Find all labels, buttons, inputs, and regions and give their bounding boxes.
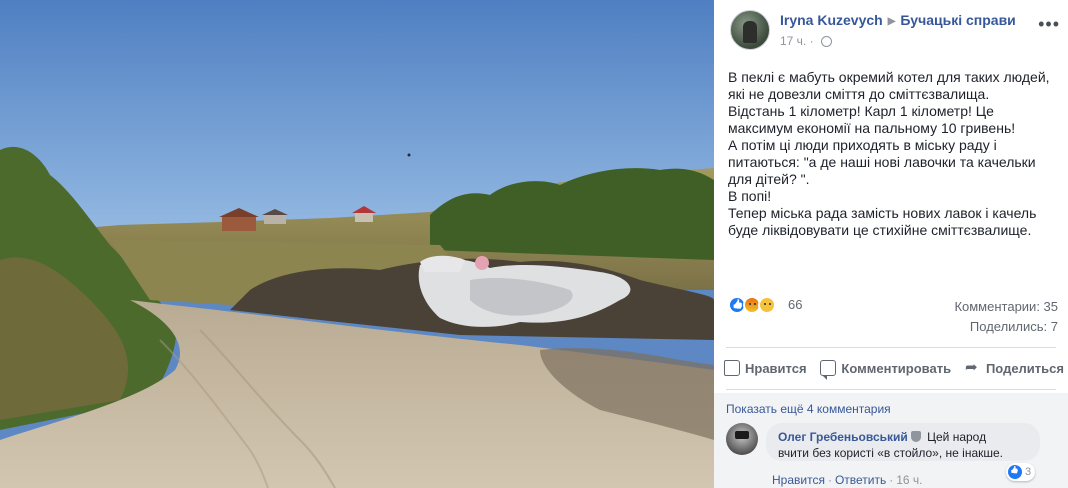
shares-count[interactable]: Поделились: 7: [954, 317, 1058, 337]
divider: [726, 389, 1056, 390]
post-panel: Iryna Kuzevych ▶ Бучацькі справи 17 ч. · •…: [714, 0, 1068, 488]
post-text-line: В пеклі є мабуть окремий котел для таких…: [728, 69, 1050, 85]
comment-like-link[interactable]: Нравится: [772, 473, 825, 487]
action-bar: Нравится Комментировать Поделиться: [724, 354, 1064, 382]
comments-count[interactable]: Комментарии: 35: [954, 297, 1058, 317]
post-text-line: питаються: "а де наші нові лавочки та ка…: [728, 154, 1036, 170]
author-avatar[interactable]: [730, 10, 770, 50]
group-name[interactable]: Бучацькі справи: [900, 12, 1015, 28]
comment-reply-link[interactable]: Ответить: [835, 473, 886, 487]
share-icon: [965, 358, 981, 376]
reaction-icons[interactable]: [728, 296, 776, 314]
post-text-line: які не довезли сміття до сміттєзвалища.: [728, 86, 990, 102]
post-text: В пеклі є мабуть окремий котел для таких…: [728, 69, 1058, 239]
comment-reaction-badge[interactable]: 3: [1006, 463, 1036, 481]
like-label: Нравится: [745, 360, 807, 376]
post-time[interactable]: 17 ч.: [780, 34, 806, 48]
thumbs-up-icon: [724, 360, 740, 376]
comment-bubble: Олег Гребеньовський Цей народ вчити без …: [766, 423, 1040, 461]
post-header: Iryna Kuzevych ▶ Бучацькі справи 17 ч. · •…: [730, 10, 1060, 54]
comment-label: Комментировать: [841, 360, 952, 376]
like-button[interactable]: Нравится: [724, 360, 807, 376]
sad-icon: [758, 296, 776, 314]
post-text-line: буде ліквідовувати це стихійне сміттєзва…: [728, 222, 1032, 238]
comment-text-line: вчити без користі «в стойло», не інакше.: [778, 446, 1003, 460]
comment-icon: [820, 360, 837, 380]
comment-actions: Нравится · Ответить · 16 ч.: [772, 473, 923, 487]
post-text-line: для дітей? ".: [728, 171, 810, 187]
comment-reaction-count: 3: [1025, 466, 1032, 478]
post-text-line: Відстань 1 кілометр! Карл 1 кілометр! Це: [728, 103, 994, 119]
engagement-counts: Комментарии: 35 Поделились: 7: [954, 297, 1058, 337]
post-photo[interactable]: [0, 0, 714, 488]
triangle-right-icon: ▶: [887, 16, 896, 27]
like-icon: [1008, 465, 1022, 479]
globe-icon[interactable]: [820, 36, 832, 47]
share-button[interactable]: Поделиться: [965, 358, 1064, 376]
post-text-line: Тепер міська рада замість нових лавок і …: [728, 205, 1037, 221]
landfill-photo: [0, 0, 714, 488]
comment-text-line: Цей народ: [923, 430, 987, 444]
comments-section: Показать ещё 4 комментария Олег Гребеньо…: [714, 393, 1068, 488]
show-more-comments-link[interactable]: Показать ещё 4 комментария: [726, 402, 891, 416]
share-label: Поделиться: [985, 360, 1064, 376]
reaction-count[interactable]: 66: [788, 297, 802, 312]
comment-button[interactable]: Комментировать: [820, 360, 952, 380]
dot-separator: ·: [827, 473, 832, 487]
shield-icon: [910, 431, 921, 442]
post-text-line: А потім ці люди приходять в міську раду …: [728, 137, 997, 153]
author-name[interactable]: Iryna Kuzevych: [780, 12, 883, 28]
divider: [726, 347, 1056, 348]
post-meta: 17 ч. ·: [780, 34, 832, 48]
dot-separator: ·: [889, 473, 894, 487]
more-icon[interactable]: •••: [1038, 14, 1060, 35]
post-text-line: В попі!: [728, 188, 772, 204]
dot-separator: ·: [809, 34, 817, 48]
commenter-name[interactable]: Олег Гребеньовський: [778, 430, 908, 444]
author-line: Iryna Kuzevych ▶ Бучацькі справи: [780, 12, 1016, 28]
commenter-avatar[interactable]: [726, 423, 758, 455]
comment-time: 16 ч.: [896, 473, 923, 487]
reaction-summary: 66 Комментарии: 35 Поделились: 7: [728, 296, 1058, 336]
post-text-line: максимум економії на пальному 10 гривень…: [728, 120, 1016, 136]
